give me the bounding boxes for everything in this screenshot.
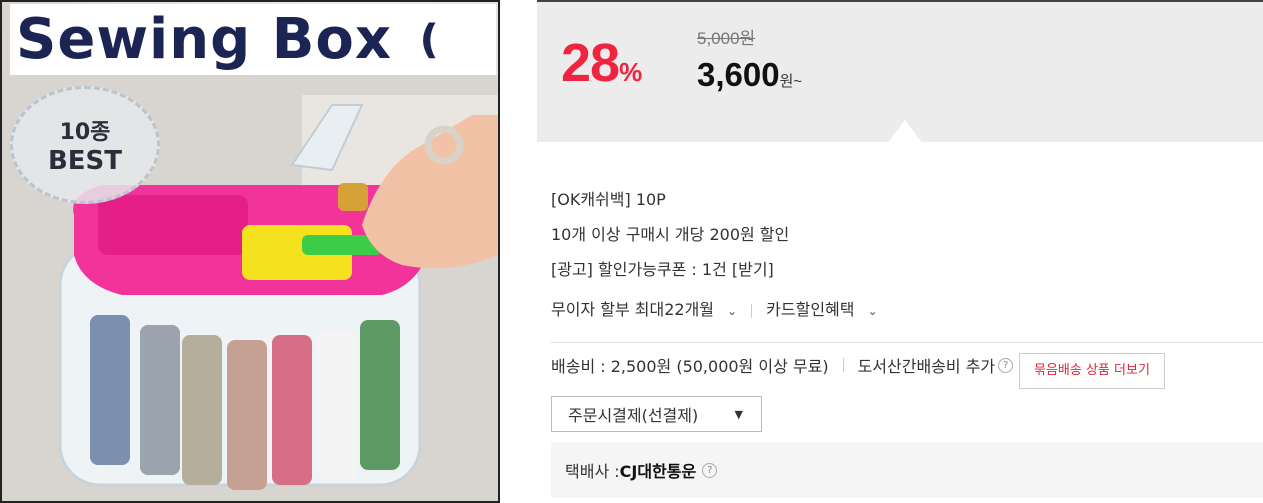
card-discount-toggle[interactable]: 카드할인혜택 ⌄: [766, 298, 877, 323]
installment-row: 무이자 할부 최대22개월 ⌄ 카드할인혜택 ⌄: [551, 293, 878, 328]
courier-name: CJ대한통운: [619, 462, 697, 481]
chevron-down-icon: ⌄: [727, 304, 738, 318]
best-seal-badge: 10종 BEST: [10, 86, 160, 204]
card-discount-label: 카드할인혜택: [766, 300, 855, 319]
caret-down-icon: ▼: [734, 407, 743, 421]
product-image-title: Sewing Box ❪: [10, 4, 496, 76]
bulk-discount: 10개 이상 구매시 개당 200원 할인: [551, 225, 790, 244]
product-info-panel: 28% 5,000원 3,600원~ [OK캐쉬백] 10P 10개 이상 구매…: [537, 0, 1263, 503]
sale-unit: 원~: [779, 73, 803, 90]
okcashbag-benefit: [OK캐쉬백] 10P: [551, 190, 666, 209]
chevron-down-icon: ⌄: [867, 304, 878, 318]
original-price: 5,000원: [697, 29, 756, 48]
divider: [842, 358, 844, 372]
seal-line2: BEST: [47, 146, 123, 176]
installment-label: 무이자 할부 최대22개월: [551, 300, 715, 319]
question-icon[interactable]: ?: [702, 462, 718, 478]
shipping-info: 배송비 : 2,500원 (50,000원 이상 무료) 도서산간배송비 추가 …: [551, 353, 1014, 377]
section-divider: [551, 342, 1263, 343]
coupon-link[interactable]: [광고] 할인가능쿠폰 : 1건 [받기]: [551, 258, 878, 293]
discount-number: 28: [561, 33, 620, 93]
installment-toggle[interactable]: 무이자 할부 최대22개월 ⌄: [551, 298, 737, 323]
discount-unit: %: [619, 57, 643, 87]
payment-option-select[interactable]: 주문시결제(선결제) ▼: [551, 396, 762, 432]
price-box-pointer: [887, 120, 923, 144]
benefits-list: [OK캐쉬백] 10P 10개 이상 구매시 개당 200원 할인 [광고] 할…: [551, 188, 878, 328]
product-image: Sewing Box ❪ 10종 BEST: [0, 0, 500, 503]
discount-rate: 28%: [561, 32, 642, 94]
question-icon[interactable]: ?: [998, 357, 1014, 373]
price-box: 28% 5,000원 3,600원~: [537, 0, 1263, 144]
remote-area-fee: 도서산간배송비 추가: [857, 357, 996, 376]
bundle-shipping-button[interactable]: 묶음배송 상품 더보기: [1019, 353, 1165, 389]
payment-option-value: 주문시결제(선결제): [568, 406, 699, 425]
sale-price: 3,600원~: [697, 56, 802, 94]
sale-amount: 3,600: [697, 56, 780, 93]
seal-line1: 10종: [59, 120, 111, 145]
divider: [751, 303, 753, 318]
courier-label: 택배사 :: [565, 462, 620, 481]
shipping-fee: 배송비 : 2,500원 (50,000원 이상 무료): [551, 357, 829, 376]
courier-info: 택배사 : CJ대한통운 ?: [551, 442, 1263, 498]
